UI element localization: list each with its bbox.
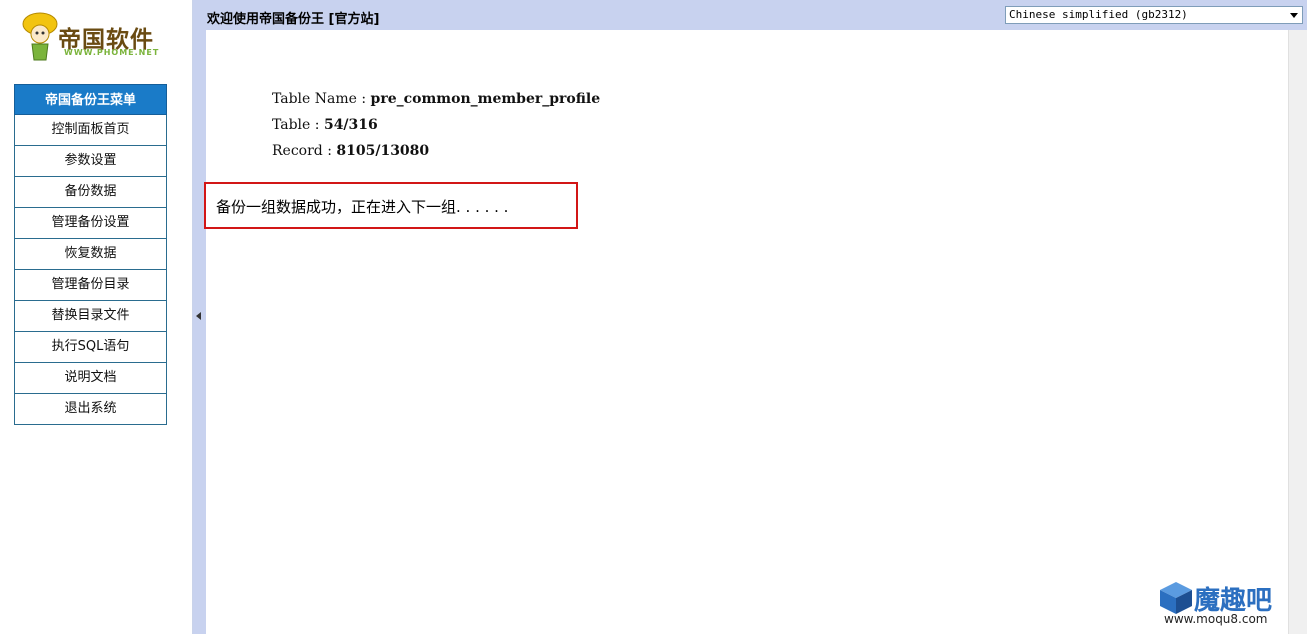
record-count-row: Record : 8105/13080	[272, 138, 600, 164]
page-title[interactable]: 欢迎使用帝国备份王 [官方站]	[207, 8, 379, 27]
table-count-label: Table :	[272, 117, 324, 133]
menu-item-logout[interactable]: 退出系统	[14, 394, 167, 425]
menu-item-manage-backup-dir[interactable]: 管理备份目录	[14, 270, 167, 301]
top-bar: 欢迎使用帝国备份王 [官方站] Chinese simplified (gb23…	[193, 0, 1307, 30]
chevron-down-icon[interactable]	[1290, 13, 1298, 18]
table-count-value: 54/316	[323, 117, 378, 133]
status-message: 备份一组数据成功，正在进入下一组. . . . . .	[216, 198, 509, 216]
left-frame: 帝国软件 WWW.PHOME.NET 帝国备份王菜单 控制面板首页 参数设置 备…	[0, 0, 193, 634]
menu-item-control-panel[interactable]: 控制面板首页	[14, 115, 167, 146]
watermark: 魔趣吧 www.moqu8.com	[1158, 578, 1298, 630]
main-content: Table Name : pre_common_member_profile T…	[204, 30, 1288, 634]
menu-item-backup-data[interactable]: 备份数据	[14, 177, 167, 208]
menu-item-execute-sql[interactable]: 执行SQL语句	[14, 332, 167, 363]
side-menu: 帝国备份王菜单 控制面板首页 参数设置 备份数据 管理备份设置 恢复数据 管理备…	[14, 84, 167, 425]
frame-splitter[interactable]	[193, 0, 206, 634]
language-select-value: Chinese simplified (gb2312)	[1009, 8, 1188, 21]
menu-item-replace-dir-files[interactable]: 替换目录文件	[14, 301, 167, 332]
language-select[interactable]: Chinese simplified (gb2312)	[1005, 6, 1303, 24]
table-count-row: Table : 54/316	[272, 112, 600, 138]
table-name-label: Table Name :	[272, 91, 371, 107]
cube-logo-icon	[1160, 582, 1192, 614]
logo[interactable]: 帝国软件 WWW.PHOME.NET	[18, 6, 168, 66]
watermark-url: www.moqu8.com	[1164, 612, 1268, 626]
menu-item-documentation[interactable]: 说明文档	[14, 363, 167, 394]
record-count-value: 8105/13080	[336, 143, 430, 159]
logo-url-text: WWW.PHOME.NET	[64, 48, 160, 57]
menu-title: 帝国备份王菜单	[14, 84, 167, 115]
menu-item-settings[interactable]: 参数设置	[14, 146, 167, 177]
menu-item-restore-data[interactable]: 恢复数据	[14, 239, 167, 270]
status-message-box: 备份一组数据成功，正在进入下一组. . . . . .	[204, 182, 578, 229]
menu-item-manage-backup-settings[interactable]: 管理备份设置	[14, 208, 167, 239]
table-name-value: pre_common_member_profile	[370, 91, 601, 107]
record-count-label: Record :	[272, 143, 337, 159]
vertical-scrollbar[interactable]	[1288, 30, 1307, 634]
collapse-arrow-icon[interactable]	[196, 312, 201, 320]
backup-progress-info: Table Name : pre_common_member_profile T…	[272, 86, 600, 164]
table-name-row: Table Name : pre_common_member_profile	[272, 86, 600, 112]
